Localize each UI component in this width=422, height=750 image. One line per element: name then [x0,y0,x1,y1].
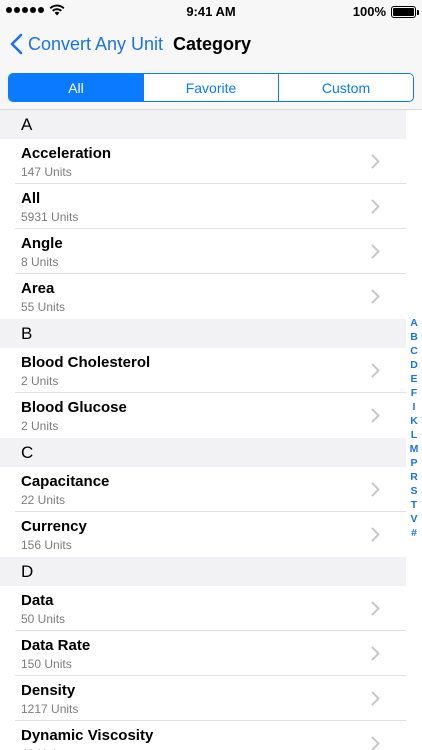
segment-bar: All Favorite Custom [0,66,422,110]
unit-count: 156 Units [21,538,72,552]
app-screen: 9:41 AM 100% Convert Any Unit Category A… [0,0,422,750]
unit-count: 150 Units [21,657,72,671]
chevron-right-icon [371,244,380,259]
list-item[interactable]: Dynamic Viscosity42 Units [0,721,406,750]
index-letter[interactable]: V [410,512,417,526]
index-letter[interactable]: D [410,358,418,372]
section-header: D [0,557,406,586]
index-letter[interactable]: F [411,386,417,400]
index-letter[interactable]: R [410,470,418,484]
battery-level [393,7,414,16]
unit-count: 5931 Units [21,210,79,224]
section-index: A B C D E F I K L M P R S T V # [406,316,422,540]
category-name: Acceleration [21,145,112,162]
category-name: Angle [21,235,63,252]
section-header: B [0,319,406,348]
unit-count: 22 Units [21,493,66,507]
unit-count: 147 Units [21,165,72,179]
unit-count: 2 Units [21,374,59,388]
segment-all[interactable]: All [9,74,143,101]
chevron-right-icon [371,601,380,616]
list-item[interactable]: Area 55 Units [0,274,406,319]
back-button-label: Convert Any Unit [28,33,164,54]
list-item[interactable]: All 5931 Units [0,184,406,229]
index-letter[interactable]: A [410,316,418,330]
unit-count: 55 Units [21,300,66,314]
list-item[interactable]: Angle 8 Units [0,229,406,274]
chevron-right-icon [371,199,380,214]
chevron-right-icon [371,154,380,169]
category-name: Capacitance [21,473,110,490]
index-letter[interactable]: B [410,330,418,344]
index-letter[interactable]: C [410,344,418,358]
chevron-right-icon [371,691,380,706]
index-letter[interactable]: E [410,372,417,386]
index-letter[interactable]: L [411,428,417,442]
list-item[interactable]: Density 1217 Units [0,676,406,721]
status-bar: 9:41 AM 100% [0,0,422,22]
chevron-right-icon [371,482,380,497]
list-item[interactable]: Currency 156 Units [0,512,406,557]
page-title: Category [173,34,252,54]
category-name: Blood Cholesterol [21,354,151,371]
list-item[interactable]: Acceleration 147 Units [0,139,406,184]
navigation-bar: Convert Any Unit Category [0,22,422,66]
category-name: Blood Glucose [21,399,127,416]
filter-segmented-control: All Favorite Custom [8,73,414,102]
category-name: Density [21,682,76,699]
chevron-right-icon [371,527,380,542]
index-letter[interactable]: # [411,526,417,540]
chevron-left-icon [10,33,23,55]
index-letter[interactable]: P [410,456,417,470]
battery-icon [391,5,419,18]
category-name: All [21,190,41,207]
list-item[interactable]: Blood Glucose 2 Units [0,393,406,438]
back-button[interactable]: Convert Any Unit [10,22,163,66]
status-right: 100% [352,4,419,19]
segment-custom[interactable]: Custom [278,74,413,101]
section-header: A [0,110,406,139]
category-list: A Acceleration 147 Units All 5931 Units Angle… [0,110,422,750]
chevron-right-icon [371,363,380,378]
category-name: Dynamic Viscosity [21,727,154,744]
list-item[interactable]: Blood Cholesterol 2 Units [0,348,406,393]
segment-favorite[interactable]: Favorite [143,74,278,101]
category-name: Currency [21,518,87,535]
category-name: Area [21,280,55,297]
unit-count: 1217 Units [21,702,79,716]
chevron-right-icon [371,289,380,304]
index-letter[interactable]: T [411,498,417,512]
unit-count: 2 Units [21,419,59,433]
index-letter[interactable]: K [410,414,418,428]
list-item[interactable]: Capacitance 22 Units [0,467,406,512]
index-letter[interactable]: I [413,400,416,414]
chevron-right-icon [371,408,380,423]
chevron-right-icon [371,646,380,661]
category-name: Data Rate [21,637,91,654]
section-header: C [0,438,406,467]
category-name: Data [21,592,54,609]
index-letter[interactable]: S [410,484,417,498]
unit-count: 8 Units [21,255,59,269]
unit-count: 50 Units [21,612,66,626]
battery-percent: 100% [352,4,386,19]
index-letter[interactable]: M [410,442,419,456]
list-item[interactable]: Data 50 Units [0,586,406,631]
list-item[interactable]: Data Rate 150 Units [0,631,406,676]
chevron-right-icon [371,736,380,750]
